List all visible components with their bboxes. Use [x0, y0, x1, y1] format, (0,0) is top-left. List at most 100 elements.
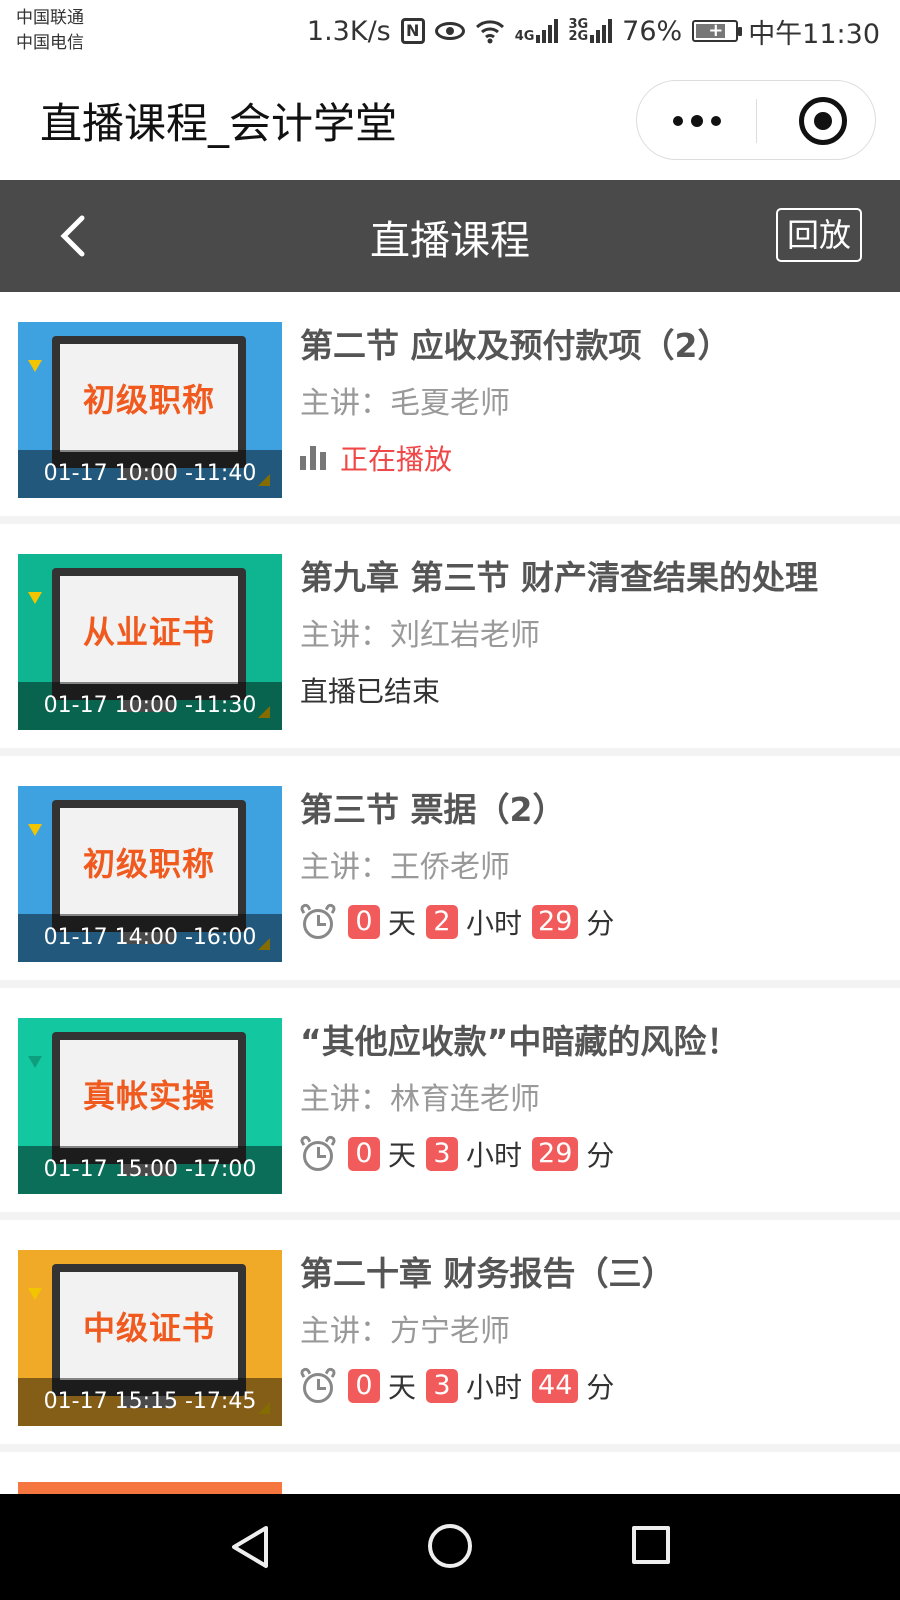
course-item[interactable]: 中级证书 01-17 15:15 -17:45 第二十章 财务报告（三） 主讲：…: [0, 1220, 900, 1452]
course-teacher: 主讲：王侨老师: [300, 850, 510, 885]
countdown-minutes: 29: [532, 1137, 579, 1171]
mini-program-header: 直播课程_会计学堂: [0, 62, 900, 180]
countdown-minutes: 44: [532, 1369, 579, 1403]
system-nav-bar: [0, 1494, 900, 1600]
course-info: 第二节 应收及预付款项（2） 主讲：毛夏老师 正在播放: [300, 322, 880, 478]
course-time: 01-17 15:00 -17:00: [18, 1146, 282, 1194]
eye-icon: [434, 22, 465, 40]
days-unit: 天: [388, 1139, 417, 1172]
course-time: 01-17 15:15 -17:45: [18, 1378, 282, 1426]
countdown: 0天 2 小时 29 分: [298, 902, 880, 942]
minutes-unit: 分: [586, 1139, 615, 1172]
playing-status: 正在播放: [340, 443, 453, 476]
monitor-graphic: 从业证书: [52, 568, 246, 700]
clock-time: 中午11:30: [748, 18, 880, 50]
back-triangle-icon[interactable]: [228, 1524, 272, 1570]
course-title: 第二节 应收及预付款项（2）: [300, 326, 731, 365]
thumbnail-label: 中级证书: [60, 1272, 238, 1380]
status-bar: 中国联通 中国电信 1.3K/s N 4G 3G 2G 76% + 中午11:3…: [0, 0, 900, 62]
network-speed: 1.3K/s: [306, 15, 391, 47]
nav-bar: 直播课程 回放: [0, 180, 900, 292]
course-teacher: 主讲：方宁老师: [300, 1314, 510, 1349]
course-status: 直播已结束: [300, 670, 880, 710]
course-time: 01-17 10:00 -11:40: [18, 450, 282, 498]
triangle-icon: [28, 824, 42, 836]
thumbnail-label: 从业证书: [60, 576, 238, 684]
carrier-info: 中国联通 中国电信: [16, 6, 84, 56]
nfc-icon: N: [400, 18, 425, 44]
monitor-graphic: 初级职称: [52, 336, 246, 468]
capsule-divider: [756, 99, 757, 143]
course-item[interactable]: 真帐实操 01-17 15:00 -17:00 “其他应收款”中暗藏的风险！ 主…: [0, 988, 900, 1220]
alarm-clock-icon: [298, 1366, 338, 1404]
carrier-1: 中国联通: [16, 8, 84, 28]
ended-status: 直播已结束: [300, 675, 441, 708]
target-icon[interactable]: [799, 97, 847, 145]
course-thumbnail: 从业证书 01-17 10:00 -11:30: [18, 554, 282, 730]
signal-bars-icon: [536, 19, 559, 43]
network-type-2b: 2G: [568, 29, 589, 44]
course-title: 第三节 票据（2）: [300, 790, 566, 829]
countdown: 0天 3 小时 44 分: [298, 1366, 880, 1406]
countdown-hours: 3: [426, 1369, 459, 1403]
course-item[interactable]: 初级职称 01-17 14:00 -16:00 第三节 票据（2） 主讲：王侨老…: [0, 756, 900, 988]
more-dots-icon[interactable]: [673, 108, 723, 134]
carrier-2: 中国电信: [16, 33, 84, 53]
hours-unit: 小时: [466, 1371, 523, 1404]
capsule-menu: [636, 80, 876, 160]
monitor-graphic: 真帐实操: [52, 1032, 246, 1164]
course-info: 第二十章 财务报告（三） 主讲：方宁老师 0天 3 小时 44 分: [298, 1250, 880, 1406]
days-unit: 天: [388, 907, 417, 940]
course-item[interactable]: 初级职称 01-17 10:00 -11:40 第二节 应收及预付款项（2） 主…: [0, 292, 900, 524]
countdown-days: 0: [348, 1137, 380, 1171]
countdown-days: 0: [348, 1369, 380, 1403]
battery-icon: +: [692, 20, 743, 42]
course-thumbnail: 真帐实操 01-17 15:00 -17:00: [18, 1018, 282, 1194]
alarm-clock-icon: [298, 902, 338, 940]
days-unit: 天: [388, 1371, 417, 1404]
course-status: 正在播放: [300, 438, 880, 478]
countdown-minutes: 29: [532, 905, 579, 939]
thumbnail-label: 真帐实操: [60, 1040, 238, 1148]
triangle-icon: [28, 1288, 42, 1300]
status-right: 1.3K/s N 4G 3G 2G 76% + 中午11:30: [307, 10, 880, 52]
course-thumbnail: 初级职称 01-17 14:00 -16:00: [18, 786, 282, 962]
replay-button[interactable]: 回放: [776, 208, 862, 262]
minutes-unit: 分: [586, 907, 615, 940]
hours-unit: 小时: [466, 1139, 523, 1172]
countdown: 0天 3 小时 29 分: [298, 1134, 880, 1174]
triangle-icon: [28, 592, 42, 604]
course-title: 第九章 第三节 财产清查结果的处理: [300, 558, 818, 597]
alarm-clock-icon: [298, 1134, 338, 1172]
network-type-1: 4G: [514, 29, 535, 44]
minutes-unit: 分: [586, 1371, 615, 1404]
course-teacher: 主讲：刘红岩老师: [300, 618, 540, 653]
monitor-graphic: 初级职称: [52, 800, 246, 932]
wifi-icon: [475, 20, 504, 44]
course-info: 第三节 票据（2） 主讲：王侨老师 0天 2 小时 29 分: [298, 786, 880, 942]
course-time: 01-17 14:00 -16:00: [18, 914, 282, 962]
mini-program-title: 直播课程_会计学堂: [40, 99, 398, 148]
countdown-hours: 3: [426, 1137, 459, 1171]
course-item[interactable]: 从业证书 01-17 10:00 -11:30 第九章 第三节 财产清查结果的处…: [0, 524, 900, 756]
recent-apps-icon[interactable]: [632, 1526, 670, 1564]
triangle-icon: [28, 360, 42, 372]
thumbnail-label: 初级职称: [60, 808, 238, 916]
home-circle-icon[interactable]: [428, 1524, 472, 1568]
course-teacher: 主讲：林育连老师: [300, 1082, 540, 1117]
course-thumbnail: 初级职称 01-17 10:00 -11:40: [18, 322, 282, 498]
triangle-icon: [28, 1056, 42, 1068]
signal-1: 4G: [515, 19, 559, 43]
page-title: 直播课程: [370, 218, 530, 264]
course-info: “其他应收款”中暗藏的风险！ 主讲：林育连老师 0天 3 小时 29 分: [298, 1018, 880, 1174]
monitor-graphic: 中级证书: [52, 1264, 246, 1396]
course-time: 01-17 10:00 -11:30: [18, 682, 282, 730]
signal-bars-icon: [590, 19, 613, 43]
thumbnail-label: 初级职称: [60, 344, 238, 452]
course-title: 第二十章 财务报告（三）: [300, 1254, 675, 1293]
course-info: 第九章 第三节 财产清查结果的处理 主讲：刘红岩老师 直播已结束: [300, 554, 880, 710]
course-thumbnail: 中级证书 01-17 15:15 -17:45: [18, 1250, 282, 1426]
course-title: “其他应收款”中暗藏的风险！: [300, 1022, 740, 1061]
signal-2: 3G 2G: [568, 18, 613, 44]
bar-chart-icon: [300, 446, 326, 470]
